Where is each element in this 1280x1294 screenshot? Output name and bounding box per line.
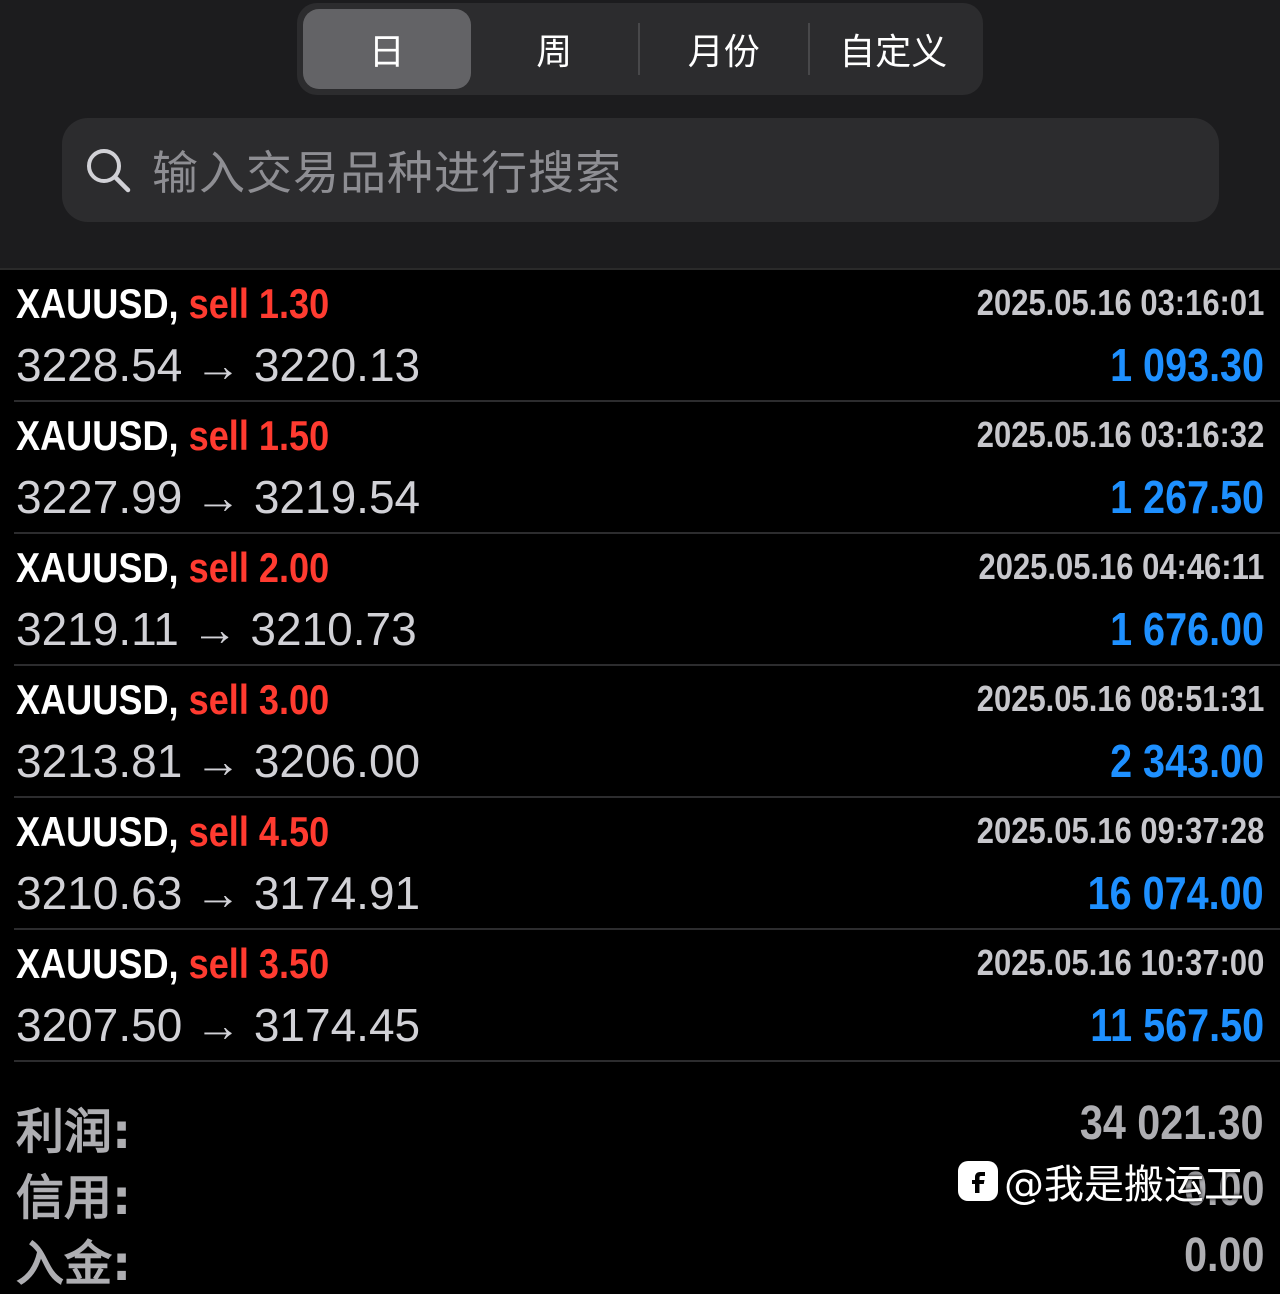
trade-volume: 1.50	[258, 412, 330, 459]
trade-side: sell	[188, 280, 249, 327]
trade-profit: 16 074.00	[1087, 867, 1264, 919]
trade-time: 2025.05.16 03:16:01	[976, 282, 1264, 323]
summary-label: 利润:	[16, 1104, 132, 1160]
trade-prices: 3207.50 → 3174.45	[16, 999, 421, 1051]
trade-symbol: XAUUSD,	[16, 412, 179, 459]
search-icon	[87, 149, 131, 193]
tab-day[interactable]: 日	[303, 9, 471, 89]
trade-profit: 1 676.00	[1110, 603, 1264, 655]
trade-side: sell	[188, 940, 249, 987]
trade-profit: 1 267.50	[1110, 471, 1264, 523]
search-input[interactable]: 输入交易品种进行搜索	[62, 118, 1219, 222]
summary-row-profit: 利润: 34 021.30	[0, 1090, 1280, 1160]
trade-volume: 2.00	[258, 544, 330, 591]
watermark-logo-icon	[958, 1161, 998, 1201]
trade-time: 2025.05.16 08:51:31	[976, 678, 1264, 719]
trade-title: XAUUSD, sell 1.50	[16, 412, 329, 460]
trade-side: sell	[188, 544, 249, 591]
watermark-text: @我是搬运工	[1004, 1162, 1244, 1208]
trade-row[interactable]: XAUUSD, sell 2.00 2025.05.16 04:46:11 32…	[14, 534, 1280, 666]
trade-time: 2025.05.16 09:37:28	[976, 810, 1264, 851]
trade-volume: 3.00	[258, 676, 330, 723]
summary-label: 信用:	[16, 1170, 132, 1226]
trade-prices: 3228.54 → 3220.13	[16, 339, 421, 391]
trade-prices: 3227.99 → 3219.54	[16, 471, 421, 523]
summary-value: 34 021.30	[1080, 1097, 1264, 1150]
trade-row[interactable]: XAUUSD, sell 3.50 2025.05.16 10:37:00 32…	[14, 930, 1280, 1062]
trade-volume: 1.30	[258, 280, 330, 327]
trade-profit: 2 343.00	[1110, 735, 1264, 787]
trade-symbol: XAUUSD,	[16, 940, 179, 987]
trade-side: sell	[188, 676, 249, 723]
search-placeholder: 输入交易品种进行搜索	[152, 146, 622, 200]
tab-week[interactable]: 周	[471, 9, 639, 89]
trade-profit: 11 567.50	[1090, 999, 1264, 1051]
trade-volume: 4.50	[258, 808, 330, 855]
trade-symbol: XAUUSD,	[16, 676, 179, 723]
trade-time: 2025.05.16 04:46:11	[978, 546, 1264, 587]
trade-row[interactable]: XAUUSD, sell 1.50 2025.05.16 03:16:32 32…	[14, 402, 1280, 534]
tab-month[interactable]: 月份	[640, 9, 808, 89]
trade-row[interactable]: XAUUSD, sell 1.30 2025.05.16 03:16:01 32…	[14, 270, 1280, 402]
period-segmented-control: 日 周 月份 自定义	[297, 3, 983, 95]
trade-row[interactable]: XAUUSD, sell 3.00 2025.05.16 08:51:31 32…	[14, 666, 1280, 798]
trade-profit: 1 093.30	[1110, 339, 1264, 391]
trade-side: sell	[188, 412, 249, 459]
trade-title: XAUUSD, sell 3.00	[16, 676, 329, 724]
trade-symbol: XAUUSD,	[16, 280, 179, 327]
summary-label: 入金:	[16, 1236, 132, 1292]
trade-prices: 3210.63 → 3174.91	[16, 867, 421, 919]
tab-custom[interactable]: 自定义	[810, 9, 978, 89]
trade-symbol: XAUUSD,	[16, 544, 179, 591]
trade-row[interactable]: XAUUSD, sell 4.50 2025.05.16 09:37:28 32…	[14, 798, 1280, 930]
trade-time: 2025.05.16 10:37:00	[976, 942, 1264, 983]
trade-prices: 3213.81 → 3206.00	[16, 735, 421, 787]
trade-symbol: XAUUSD,	[16, 808, 179, 855]
trade-title: XAUUSD, sell 4.50	[16, 808, 329, 856]
trade-side: sell	[188, 808, 249, 855]
trade-prices: 3219.11 → 3210.73	[16, 603, 417, 655]
trade-volume: 3.50	[258, 940, 330, 987]
summary-value: 0.00	[1183, 1229, 1264, 1282]
trade-title: XAUUSD, sell 3.50	[16, 940, 329, 988]
summary-row-deposit: 入金: 0.00	[0, 1222, 1280, 1292]
watermark: @我是搬运工	[958, 1152, 1244, 1210]
trade-title: XAUUSD, sell 2.00	[16, 544, 329, 592]
trade-list: XAUUSD, sell 1.30 2025.05.16 03:16:01 32…	[0, 270, 1280, 1062]
trade-time: 2025.05.16 03:16:32	[976, 414, 1264, 455]
header: 日 周 月份 自定义 输入交易品种进行搜索	[0, 0, 1280, 268]
trade-title: XAUUSD, sell 1.30	[16, 280, 329, 328]
